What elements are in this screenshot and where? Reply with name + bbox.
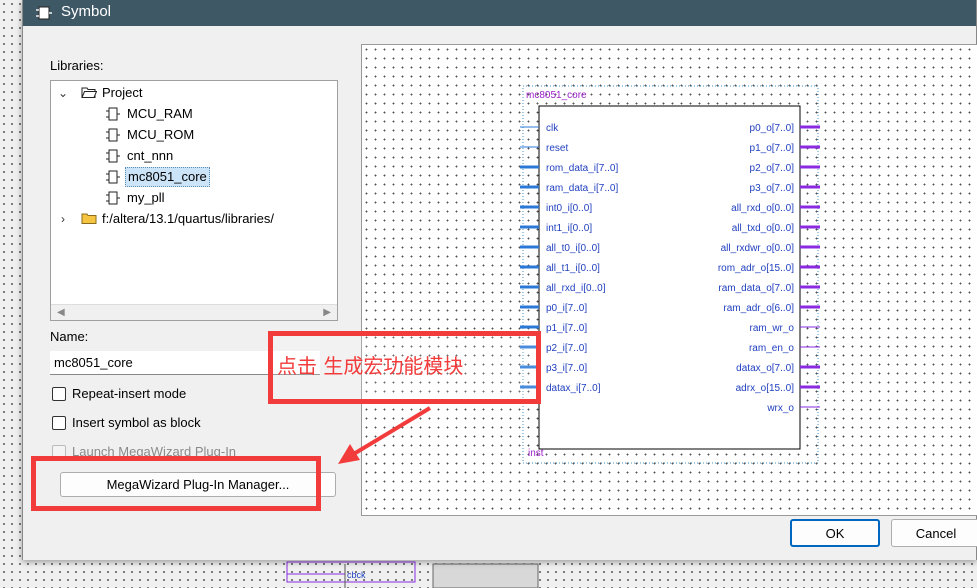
background-schematic: cbck [286,561,539,588]
input-pin-label: clk [546,123,559,134]
tree-item-altera-libraries[interactable]: › f:/altera/13.1/quartus/libraries/ [51,209,337,229]
scroll-right-icon[interactable]: ▶ [323,307,331,318]
name-label: Name: [50,329,89,344]
symbol-icon [106,128,120,142]
input-pin-label: p1_i[7..0] [546,323,587,334]
output-pin-label: ram_wr_o [750,323,795,334]
output-pin-label: all_rxdwr_o[0..0] [721,243,795,254]
output-pin-label: ram_adr_o[6..0] [723,303,794,314]
output-pin-label: p1_o[7..0] [750,143,795,154]
input-pin-label: all_rxd_i[0..0] [546,283,606,294]
chevron-right-icon[interactable]: › [57,209,69,229]
output-pin-label: all_txd_o[0..0] [732,223,794,234]
checkbox-label: Repeat-insert mode [72,386,187,401]
symbol-icon [106,107,120,121]
symbol-app-icon [36,6,52,20]
symbol-body[interactable] [538,105,801,450]
tree-item-mcu-ram[interactable]: MCU_RAM [51,104,337,124]
symbol-icon [106,149,120,163]
symbol-instance-label: inst [528,448,544,459]
tree-item-label: my_pll [127,190,165,205]
symbol-icon [106,191,120,205]
tree-item-label: MCU_ROM [127,127,195,142]
output-pin-label: ram_en_o [749,343,794,354]
tree-item-label: MCU_RAM [127,106,193,121]
output-pin-label: p0_o[7..0] [750,123,795,134]
input-pin-label: int1_i[0..0] [546,223,592,234]
checkbox-box[interactable] [52,416,66,430]
tree-item-label: f:/altera/13.1/quartus/libraries/ [102,211,274,226]
output-pin-label: wrx_o [766,403,794,414]
input-pin-label: p0_i[7..0] [546,303,587,314]
input-pin-label: p2_i[7..0] [546,343,587,354]
folder-icon [81,213,97,224]
tree-item-label: mc8051_core [125,167,210,187]
input-pin-label: p3_i[7..0] [546,363,587,374]
input-pin-label: rom_data_i[7..0] [546,163,618,174]
window-title: Symbol [61,3,112,20]
scroll-left-icon[interactable]: ◀ [57,307,65,318]
output-pin-label: p3_o[7..0] [750,183,795,194]
horizontal-scrollbar[interactable]: ◀ ▶ [51,304,337,320]
symbol-icon [106,170,120,184]
chevron-down-icon[interactable]: ⌄ [57,83,69,103]
output-pin-label: rom_adr_o[15..0] [718,263,794,274]
checkbox-box[interactable] [52,387,66,401]
folder-open-icon [81,87,97,98]
tree-item-label: Project [102,85,143,100]
input-pin-label: reset [546,143,568,154]
cancel-button[interactable]: Cancel [891,519,977,547]
background-schematic-label: cbck [347,570,366,580]
output-pin-label: datax_o[7..0] [736,363,794,374]
symbol-preview: mc8051_coreinst clk reset rom_data_i[7..0]r… [361,44,977,516]
title-bar[interactable]: Symbol [23,0,976,26]
input-pin-label: all_t1_i[0..0] [546,263,600,274]
annotation-highlight-box [31,456,321,511]
tree-item-project[interactable]: ⌄ Project [51,83,337,103]
input-pin-label: int0_i[0..0] [546,203,592,214]
annotation-text: 点击 生成宏功能模块 [277,354,464,378]
tree-item-my-pll[interactable]: my_pll [51,188,337,208]
input-pin-label: datax_i[7..0] [546,383,601,394]
symbol-name-label: mc8051_core [526,90,587,101]
annotation-arrow [338,406,432,464]
output-pin-label: ram_data_o[7..0] [718,283,794,294]
ok-button[interactable]: OK [790,519,880,547]
libraries-tree[interactable]: ⌄ Project MCU_RAM MCU_ROM cnt_nnn mc8051… [50,80,338,321]
output-pin-label: adrx_o[15..0] [736,383,795,394]
tree-item-mcu-rom[interactable]: MCU_ROM [51,125,337,145]
tree-item-label: cnt_nnn [127,148,174,163]
tree-item-mc8051-core[interactable]: mc8051_core [51,167,337,187]
libraries-label: Libraries: [50,58,104,73]
symbol-graphic: mc8051_coreinst clk reset rom_data_i[7..0]r… [520,85,820,464]
input-pin-label: all_t0_i[0..0] [546,243,600,254]
checkbox-label: Insert symbol as block [72,415,201,430]
input-pin-label: ram_data_i[7..0] [546,183,618,194]
tree-item-cnt-nnn[interactable]: cnt_nnn [51,146,337,166]
output-pin-label: p2_o[7..0] [750,163,795,174]
output-pin-label: all_rxd_o[0..0] [731,203,794,214]
